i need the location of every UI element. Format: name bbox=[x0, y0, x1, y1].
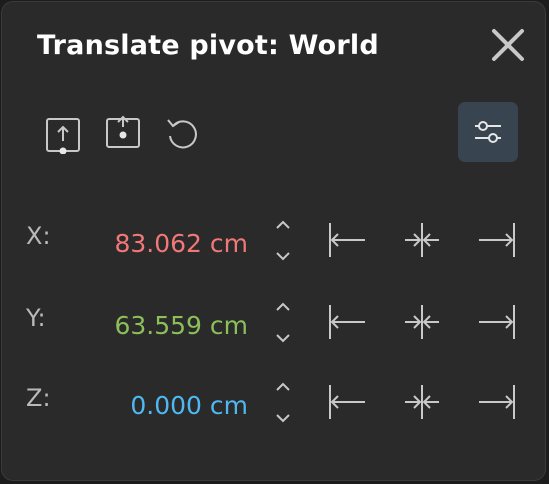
align-right-icon bbox=[479, 385, 515, 419]
translate-pivot-panel: Translate pivot: World X: 83.062 cm Y: 6… bbox=[1, 1, 546, 481]
axis-value-input[interactable]: 83.062 cm bbox=[114, 229, 248, 258]
value-stepper bbox=[273, 216, 293, 266]
value-stepper bbox=[273, 378, 293, 428]
align-left-icon bbox=[329, 305, 365, 339]
align-left-icon bbox=[329, 385, 365, 419]
axis-row-z: Z: 0.000 cm bbox=[2, 366, 547, 436]
align-center-button[interactable] bbox=[402, 220, 442, 260]
increment-button[interactable] bbox=[273, 378, 293, 396]
value-stepper bbox=[273, 298, 293, 348]
increment-button[interactable] bbox=[273, 298, 293, 316]
decrement-button[interactable] bbox=[273, 247, 293, 265]
reset-button[interactable] bbox=[163, 114, 203, 154]
chevron-up-icon bbox=[276, 382, 290, 391]
chevron-down-icon bbox=[276, 414, 290, 423]
axis-value-input[interactable]: 63.559 cm bbox=[114, 311, 248, 340]
align-center-icon bbox=[405, 385, 439, 419]
reset-icon bbox=[167, 119, 197, 149]
decrement-button[interactable] bbox=[273, 329, 293, 347]
axis-label: Z: bbox=[26, 384, 51, 412]
axis-label: X: bbox=[26, 222, 51, 250]
panel-title: Translate pivot: World bbox=[37, 30, 379, 61]
pivot-to-center-button[interactable] bbox=[104, 114, 144, 154]
align-right-icon bbox=[479, 223, 515, 257]
align-center-icon bbox=[405, 223, 439, 257]
align-min-button[interactable] bbox=[327, 302, 367, 342]
chevron-down-icon bbox=[276, 252, 290, 261]
settings-button[interactable] bbox=[458, 102, 518, 162]
pivot-to-center-icon bbox=[106, 115, 140, 148]
increment-button[interactable] bbox=[273, 216, 293, 234]
sliders-icon bbox=[475, 121, 501, 143]
align-max-button[interactable] bbox=[477, 382, 517, 422]
axis-value-input[interactable]: 0.000 cm bbox=[130, 391, 248, 420]
align-min-button[interactable] bbox=[327, 220, 367, 260]
decrement-button[interactable] bbox=[273, 409, 293, 427]
align-max-button[interactable] bbox=[477, 302, 517, 342]
pivot-to-bottom-button[interactable] bbox=[44, 114, 84, 155]
axis-row-y: Y: 63.559 cm bbox=[2, 286, 547, 356]
align-max-button[interactable] bbox=[477, 220, 517, 260]
align-min-button[interactable] bbox=[327, 382, 367, 422]
chevron-down-icon bbox=[276, 334, 290, 343]
close-icon bbox=[492, 29, 524, 61]
align-right-icon bbox=[479, 305, 515, 339]
axis-label: Y: bbox=[26, 304, 46, 332]
chevron-up-icon bbox=[276, 302, 290, 311]
close-button[interactable] bbox=[489, 26, 527, 64]
align-center-button[interactable] bbox=[402, 302, 442, 342]
align-left-icon bbox=[329, 223, 365, 257]
pivot-to-bottom-icon bbox=[46, 118, 80, 155]
axis-row-x: X: 83.062 cm bbox=[2, 204, 547, 274]
chevron-up-icon bbox=[276, 220, 290, 229]
align-center-button[interactable] bbox=[402, 382, 442, 422]
align-center-icon bbox=[405, 305, 439, 339]
